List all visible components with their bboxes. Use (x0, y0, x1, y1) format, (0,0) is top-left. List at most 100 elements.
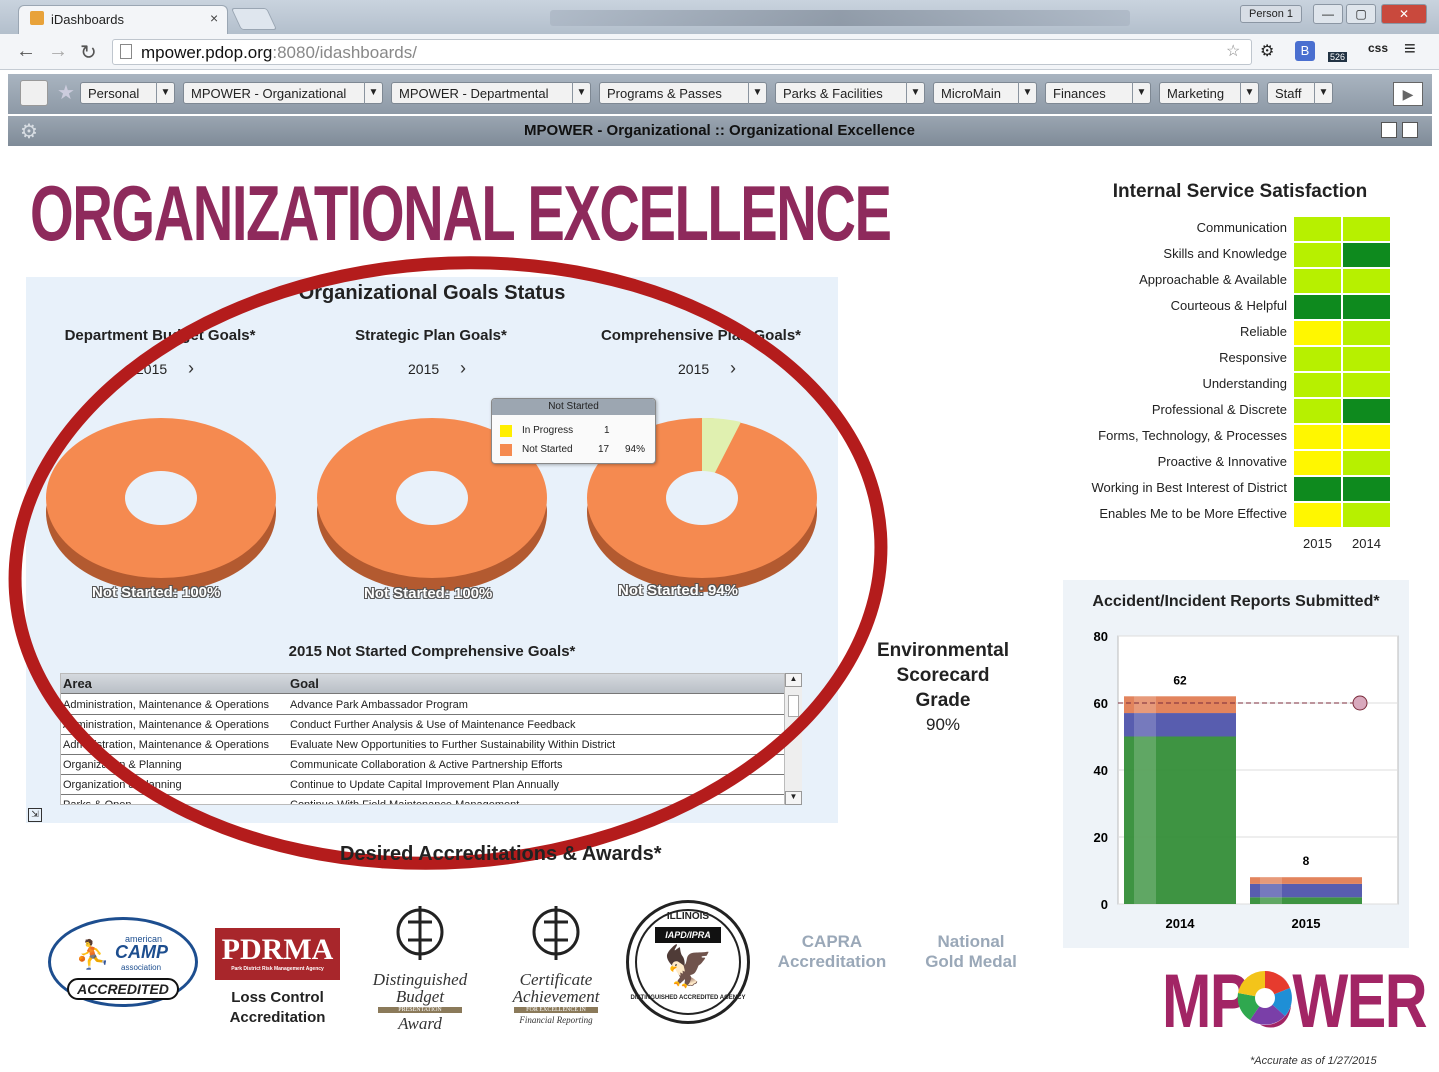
satisfaction-cell-2015[interactable] (1294, 243, 1341, 267)
css-extension-icon[interactable]: css (1368, 41, 1388, 55)
capra-line: CAPRA (801, 932, 863, 951)
reload-icon[interactable]: ↻ (80, 40, 97, 65)
aca-accredited-logo: american CAMP association ⛹ ACCREDITED (48, 917, 198, 1007)
profile-button[interactable]: Person 1 (1240, 5, 1302, 23)
satisfaction-cell-2014[interactable] (1343, 477, 1390, 501)
dashboard-tab[interactable]: MicroMain ▼ (933, 82, 1037, 104)
dropdown-arrow-icon[interactable]: ▼ (364, 82, 382, 104)
dashboard-tab[interactable]: MPOWER - Organizational ▼ (183, 82, 383, 104)
bar-total-label: 62 (1173, 673, 1187, 687)
extension-icon[interactable]: ⚙ (1260, 41, 1274, 61)
dashboard-tab[interactable]: MPOWER - Departmental ▼ (391, 82, 591, 104)
satisfaction-year-2014: 2014 (1352, 536, 1381, 551)
dashboard-tab[interactable]: Staff ▼ (1267, 82, 1333, 104)
maximize-dashboard-button[interactable] (1402, 122, 1418, 138)
gfoa-distinguished-budget-logo: Distinguished Budget PRESENTATION Award (372, 900, 468, 1032)
gfoa-seal-icon (532, 906, 580, 960)
satisfaction-cell-2015[interactable] (1294, 373, 1341, 397)
satisfaction-cell-2015[interactable] (1294, 217, 1341, 241)
close-window-button[interactable]: ✕ (1381, 4, 1427, 24)
dropdown-arrow-icon[interactable]: ▼ (906, 82, 924, 104)
gfoa-line: Financial Reporting (519, 1015, 593, 1025)
dropdown-arrow-icon[interactable]: ▼ (572, 82, 590, 104)
dropdown-arrow-icon[interactable]: ▼ (1314, 82, 1332, 104)
y-tick-label: 20 (1094, 830, 1108, 845)
gold-line: Gold Medal (925, 952, 1017, 971)
eagle-icon: 🦅 (663, 945, 713, 989)
dropdown-arrow-icon[interactable]: ▼ (1132, 82, 1150, 104)
env-line: Environmental (877, 640, 1009, 661)
satisfaction-cell-2014[interactable] (1343, 269, 1390, 293)
seal-ring: DISTINGUISHED ACCREDITED AGENCY (630, 995, 746, 1001)
tab-close-icon[interactable]: × (210, 10, 218, 26)
aca-bottom: association (121, 963, 162, 972)
extension-badge[interactable]: 526 (1328, 52, 1348, 62)
y-tick-label: 40 (1094, 763, 1108, 778)
idashboards-logo-icon[interactable] (20, 80, 48, 106)
dashboard-tab[interactable]: Marketing ▼ (1159, 82, 1259, 104)
satisfaction-row-label: Skills and Knowledge (1163, 246, 1287, 261)
dashboard-tab[interactable]: Programs & Passes ▼ (599, 82, 767, 104)
maximize-window-button[interactable]: ▢ (1346, 4, 1376, 24)
url-input[interactable]: mpower.pdop.org:8080/idashboards/ (112, 39, 1252, 65)
satisfaction-cell-2014[interactable] (1343, 399, 1390, 423)
tab-title: iDashboards (51, 12, 124, 27)
satisfaction-cell-2014[interactable] (1343, 425, 1390, 449)
dropdown-arrow-icon[interactable]: ▼ (1018, 82, 1036, 104)
satisfaction-cell-2015[interactable] (1294, 477, 1341, 501)
satisfaction-row-label: Understanding (1202, 376, 1287, 391)
satisfaction-cell-2014[interactable] (1343, 347, 1390, 371)
satisfaction-cell-2015[interactable] (1294, 503, 1341, 527)
satisfaction-cell-2014[interactable] (1343, 295, 1390, 319)
forward-arrow-icon[interactable]: → (48, 40, 68, 63)
pdrma-caption: Loss Control Accreditation (215, 988, 340, 1028)
environmental-scorecard-title: Environmental Scorecard Grade (868, 638, 1018, 713)
satisfaction-cell-2014[interactable] (1343, 321, 1390, 345)
minimize-window-button[interactable]: — (1313, 4, 1343, 24)
satisfaction-cell-2015[interactable] (1294, 269, 1341, 293)
bar-highlight (1134, 696, 1156, 904)
satisfaction-cell-2015[interactable] (1294, 399, 1341, 423)
bar-highlight (1260, 877, 1282, 904)
favorite-star-icon[interactable]: ★ (57, 80, 75, 105)
gfoa-certificate-logo: Certificate Achievement FOR EXCELLENCE I… (508, 900, 604, 1025)
dashboard-tab[interactable]: Personal ▼ (80, 82, 175, 104)
satisfaction-cell-2014[interactable] (1343, 451, 1390, 475)
dashboard-tab-label: Staff (1275, 86, 1302, 101)
scroll-down-icon[interactable]: ▼ (785, 791, 802, 805)
satisfaction-row-label: Working in Best Interest of District (1091, 480, 1287, 495)
dashboard-tab-label: Programs & Passes (607, 86, 722, 101)
browser-tab[interactable]: iDashboards (18, 5, 228, 34)
extension-b-icon[interactable]: B (1295, 41, 1315, 61)
dashboard-tab[interactable]: Finances ▼ (1045, 82, 1151, 104)
satisfaction-cell-2015[interactable] (1294, 347, 1341, 371)
gold-line: National (937, 932, 1005, 951)
dropdown-arrow-icon[interactable]: ▼ (156, 82, 174, 104)
capra-accreditation: CAPRA Accreditation (772, 932, 892, 972)
satisfaction-cell-2014[interactable] (1343, 373, 1390, 397)
satisfaction-cell-2014[interactable] (1343, 243, 1390, 267)
slideshow-play-button[interactable]: ▶ (1393, 82, 1423, 106)
national-gold-medal: National Gold Medal (912, 932, 1030, 972)
satisfaction-cell-2014[interactable] (1343, 503, 1390, 527)
satisfaction-cell-2015[interactable] (1294, 295, 1341, 319)
export-icon[interactable]: ⇲ (28, 808, 42, 822)
satisfaction-cell-2015[interactable] (1294, 321, 1341, 345)
satisfaction-row-label: Communication (1196, 220, 1287, 235)
satisfaction-row-label: Responsive (1219, 350, 1287, 365)
dashboard-favicon-icon (30, 11, 44, 25)
menu-icon[interactable]: ≡ (1404, 38, 1416, 61)
bookmark-star-icon[interactable]: ☆ (1226, 41, 1240, 61)
bar-total-label: 8 (1303, 854, 1310, 868)
satisfaction-row-label: Professional & Discrete (1151, 402, 1287, 417)
dropdown-arrow-icon[interactable]: ▼ (748, 82, 766, 104)
back-arrow-icon[interactable]: ← (16, 40, 36, 63)
page-icon (120, 44, 132, 59)
satisfaction-cell-2014[interactable] (1343, 217, 1390, 241)
dashboard-tab[interactable]: Parks & Facilities ▼ (775, 82, 925, 104)
satisfaction-cell-2015[interactable] (1294, 425, 1341, 449)
satisfaction-cell-2015[interactable] (1294, 451, 1341, 475)
minimize-dashboard-button[interactable] (1381, 122, 1397, 138)
dashboard-tab-label: MPOWER - Departmental (399, 86, 549, 101)
dropdown-arrow-icon[interactable]: ▼ (1240, 82, 1258, 104)
